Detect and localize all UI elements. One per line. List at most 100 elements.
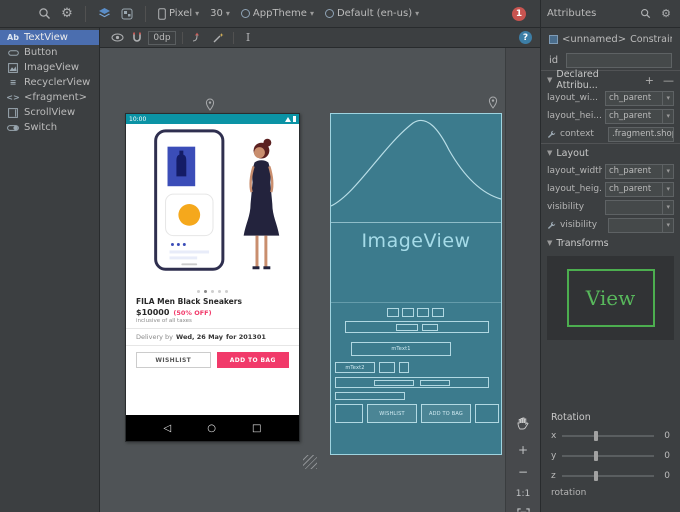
blueprint-widget[interactable]	[417, 308, 429, 317]
locale-icon	[324, 9, 334, 18]
palette-item-textview[interactable]: Ab TextView	[0, 30, 99, 45]
visibility-dropdown[interactable]: ▾	[605, 199, 674, 215]
dropdown-value: ch_parent	[609, 184, 652, 194]
blueprint-phone[interactable]: ImageView mText1 mText2 WISHLIST ADD TO …	[330, 113, 502, 455]
color-variant-icon[interactable]	[117, 4, 137, 24]
blueprint-widget[interactable]	[402, 308, 414, 317]
error-count-badge[interactable]: 1	[512, 6, 526, 21]
slider-thumb[interactable]	[594, 431, 599, 441]
chevron-down-icon: ▾	[662, 91, 673, 105]
design-surface-icon[interactable]	[94, 4, 114, 24]
blueprint-mtext1[interactable]: mText1	[351, 342, 451, 356]
blueprint-widget[interactable]	[335, 377, 489, 388]
attribute-row: layout_heig... ch_parent ▾	[541, 180, 680, 198]
palette-item-button[interactable]: Button	[0, 45, 99, 60]
design-canvas[interactable]: 10:00 FILA Men Black Sneakers $10000 (50…	[100, 48, 505, 512]
blueprint-widget	[374, 379, 414, 386]
layout-height-dropdown[interactable]: ch_parent ▾	[605, 181, 674, 197]
blueprint-wishlist-button[interactable]: WISHLIST	[367, 404, 417, 423]
blueprint-widget[interactable]	[379, 362, 395, 373]
palette-item-imageview[interactable]: ImageView	[0, 60, 99, 75]
price-row: $10000 (50% OFF)	[126, 306, 299, 317]
toolbar-separator	[145, 5, 146, 22]
palette-item-scrollview[interactable]: ScrollView	[0, 105, 99, 120]
infer-constraints-wand-icon[interactable]	[209, 30, 227, 46]
help-icon[interactable]: ?	[519, 31, 532, 44]
layout-width-dropdown[interactable]: ch_parent ▾	[605, 163, 674, 179]
chevron-down-icon: ▾	[662, 200, 673, 214]
layout-width-dropdown[interactable]: ch_parent ▾	[605, 90, 674, 106]
toolbar-separator	[182, 31, 183, 44]
resize-handle[interactable]	[303, 455, 317, 469]
blueprint-widget[interactable]	[335, 392, 405, 400]
clear-constraints-icon[interactable]	[189, 30, 207, 46]
rotation-x-slider[interactable]	[562, 431, 654, 441]
wifi-icon	[285, 116, 291, 122]
blueprint-widget	[420, 379, 450, 386]
axis-label: y	[551, 451, 557, 461]
blueprint-widget[interactable]	[387, 308, 399, 317]
zoom-out-button[interactable]: −	[512, 462, 534, 482]
id-input[interactable]	[566, 52, 672, 68]
api-level-selector[interactable]: 30 ▾	[206, 6, 234, 21]
component-row[interactable]: <unnamed> ConstraintLay	[541, 28, 680, 50]
blueprint-mountain	[331, 120, 501, 207]
id-label: id	[549, 54, 559, 66]
section-collapse-icon: ▼	[547, 76, 553, 84]
palette-item-recyclerview[interactable]: ≡ RecyclerView	[0, 75, 99, 90]
section-transforms[interactable]: ▼ Transforms	[541, 234, 680, 252]
carousel-dots	[126, 286, 299, 296]
context-input[interactable]: .fragment.shop	[608, 126, 674, 142]
chevron-down-icon: ▾	[225, 9, 230, 18]
search-icon[interactable]	[34, 4, 54, 24]
blueprint-widget[interactable]	[475, 404, 499, 423]
palette-item-label: TextView	[24, 32, 68, 43]
attribute-row: context .fragment.shop	[541, 125, 680, 143]
zoom-in-button[interactable]: +	[512, 440, 534, 460]
device-selector[interactable]: Pixel ▾	[154, 6, 203, 22]
section-declared-attributes[interactable]: ▼ Declared Attribu... + —	[541, 69, 680, 91]
zoom-reset-button[interactable]: 1:1	[512, 484, 534, 504]
transform-preview: View	[547, 256, 674, 340]
blueprint-widget[interactable]	[399, 362, 409, 373]
dropdown-value: ch_parent	[609, 111, 652, 121]
rotation-y-slider[interactable]	[562, 451, 654, 461]
blueprint-mtext2[interactable]: mText2	[335, 362, 375, 373]
palette-item-fragment[interactable]: <> <fragment>	[0, 90, 99, 105]
attributes-search-icon[interactable]	[637, 6, 653, 22]
imageview-icon	[6, 62, 20, 73]
blueprint-widget[interactable]	[432, 308, 444, 317]
text-cursor-icon[interactable]: I	[240, 30, 256, 46]
nav-home-icon: ○	[207, 422, 216, 434]
autoconnect-magnet-icon[interactable]	[128, 30, 146, 46]
theme-selector[interactable]: AppTheme ▾	[237, 6, 318, 21]
section-collapse-icon: ▼	[547, 239, 553, 247]
default-margin-selector[interactable]: 0dp	[148, 30, 176, 45]
section-collapse-icon: ▼	[547, 149, 553, 157]
blueprint-widget[interactable]	[335, 404, 363, 423]
palette-item-label: RecyclerView	[24, 77, 91, 88]
blueprint-imageview-label[interactable]: ImageView	[331, 230, 501, 252]
palette-panel: Ab TextView Button ImageView ≡ RecyclerV…	[0, 28, 100, 512]
tools-visibility-dropdown[interactable]: ▾	[608, 217, 674, 233]
add-attribute-button[interactable]: +	[645, 75, 654, 86]
slider-thumb[interactable]	[594, 451, 599, 461]
pan-hand-icon[interactable]	[512, 413, 534, 433]
rotation-x-row: x 0	[541, 426, 680, 446]
settings-gear-icon[interactable]: ⚙	[57, 4, 77, 24]
layout-height-dropdown[interactable]: ch_parent ▾	[605, 108, 674, 124]
rotation-z-slider[interactable]	[561, 471, 654, 481]
locale-selector[interactable]: Default (en-us) ▾	[321, 6, 423, 21]
blueprint-add-to-bag-button[interactable]: ADD TO BAG	[421, 404, 471, 423]
blueprint-widget[interactable]	[345, 321, 489, 333]
locale-selector-label: Default (en-us)	[336, 8, 413, 19]
section-actions: + —	[645, 75, 674, 86]
palette-item-switch[interactable]: Switch	[0, 120, 99, 135]
remove-attribute-button[interactable]: —	[663, 75, 674, 86]
zoom-to-fit-icon[interactable]	[512, 504, 534, 512]
view-options-eye-icon[interactable]	[108, 30, 126, 46]
slider-thumb[interactable]	[594, 471, 599, 481]
attributes-gear-icon[interactable]: ⚙	[658, 6, 674, 22]
design-preview-phone[interactable]: 10:00 FILA Men Black Sneakers $10000 (50…	[125, 113, 300, 442]
section-layout[interactable]: ▼ Layout	[541, 144, 680, 162]
